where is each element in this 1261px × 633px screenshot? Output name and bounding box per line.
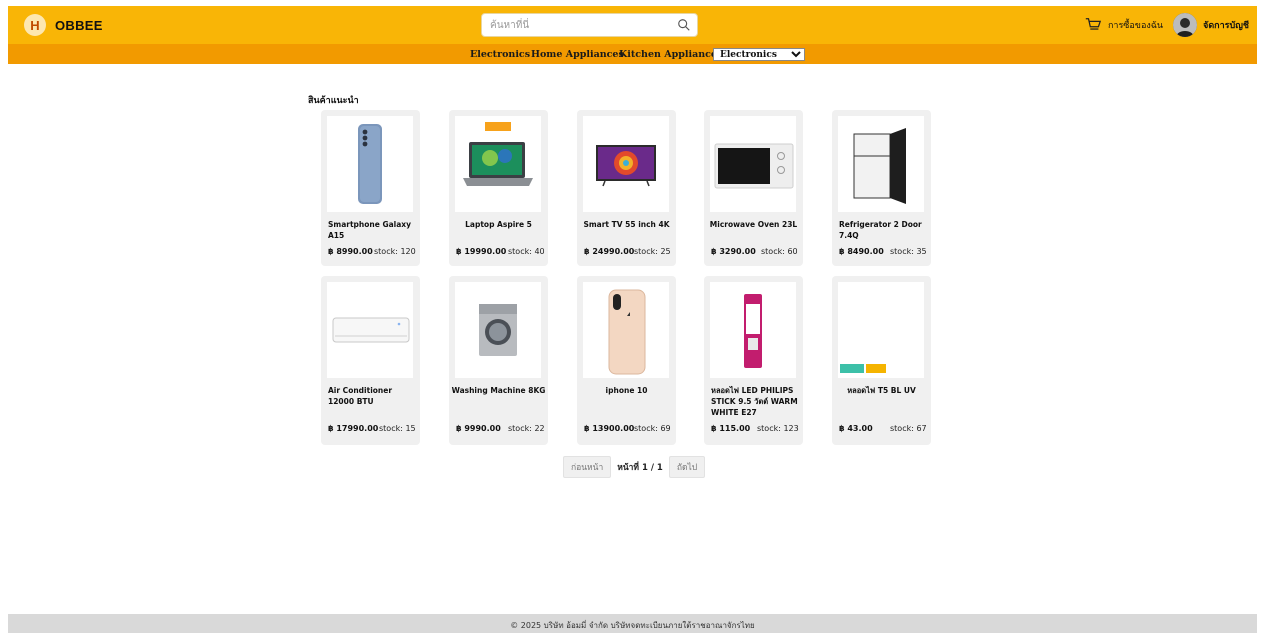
tube-lamp-promo-icon	[840, 364, 886, 373]
washing-machine-icon	[479, 304, 517, 356]
product-name[interactable]: หลอดไฟ LED PHILIPS STICK 9.5 วัตต์ WARM …	[711, 385, 799, 418]
product-name[interactable]: Refrigerator 2 Door 7.4Q	[839, 219, 925, 241]
laptop-icon	[463, 122, 533, 186]
iphone-icon	[608, 289, 646, 375]
product-price: ฿ 19990.00	[456, 247, 507, 256]
cart-icon[interactable]	[1084, 16, 1102, 34]
category-electronics[interactable]: Electronics	[470, 49, 530, 60]
product-price: ฿ 13900.00	[584, 424, 635, 433]
product-stock: stock: 67	[890, 424, 927, 433]
product-image[interactable]	[583, 116, 669, 212]
search-box	[481, 13, 698, 37]
product-name[interactable]: Laptop Aspire 5	[449, 219, 548, 230]
product-card[interactable]: Smart TV 55 inch 4K ฿ 24990.00 stock: 25	[577, 110, 676, 266]
logo-icon[interactable]: H	[24, 14, 46, 36]
product-card[interactable]: Refrigerator 2 Door 7.4Q ฿ 8490.00 stock…	[832, 110, 931, 266]
phone-icon	[358, 124, 382, 204]
product-card[interactable]: หลอดไฟ T5 BL UV ฿ 43.00 stock: 67	[832, 276, 931, 445]
page-indicator: หน้าที่ 1 / 1	[617, 463, 663, 473]
product-image[interactable]	[455, 282, 541, 378]
product-name[interactable]: Smartphone Galaxy A15	[328, 219, 414, 241]
product-price: ฿ 8490.00	[839, 247, 884, 256]
product-card[interactable]: หลอดไฟ LED PHILIPS STICK 9.5 วัตต์ WARM …	[704, 276, 803, 445]
product-stock: stock: 123	[757, 424, 799, 433]
prev-page-button[interactable]: ก่อนหน้า	[563, 456, 612, 478]
product-stock: stock: 15	[379, 424, 416, 433]
product-stock: stock: 25	[634, 247, 671, 256]
air-conditioner-icon	[332, 317, 410, 343]
product-image[interactable]	[838, 282, 924, 378]
tv-icon	[596, 145, 656, 187]
product-price: ฿ 8990.00	[328, 247, 373, 256]
product-image[interactable]	[327, 116, 413, 212]
section-title: สินค้าแนะนำ	[308, 96, 359, 106]
pagination: ก่อนหน้า หน้าที่ 1 / 1 ถัดไป	[563, 456, 706, 478]
microwave-icon	[714, 143, 794, 189]
next-page-button[interactable]: ถัดไป	[668, 456, 706, 478]
product-price: ฿ 115.00	[711, 424, 751, 433]
led-bulb-package-icon	[744, 294, 762, 368]
product-image[interactable]	[583, 282, 669, 378]
product-name[interactable]: Microwave Oven 23L	[704, 219, 803, 230]
category-bar: Electronics Home Appliances Kitchen Appl…	[8, 44, 1257, 64]
product-price: ฿ 43.00	[839, 424, 873, 433]
product-image[interactable]	[327, 282, 413, 378]
search-input[interactable]	[490, 15, 670, 35]
product-image[interactable]	[455, 116, 541, 212]
brand-name[interactable]: OBBEE	[55, 18, 103, 33]
product-stock: stock: 22	[508, 424, 545, 433]
product-stock: stock: 120	[374, 247, 416, 256]
product-card[interactable]: Laptop Aspire 5 ฿ 19990.00 stock: 40	[449, 110, 548, 266]
product-price: ฿ 24990.00	[584, 247, 635, 256]
refrigerator-icon	[853, 128, 906, 204]
header-tools: การซื้อของฉัน จัดการบัญชี	[1084, 6, 1249, 44]
top-header: H OBBEE การซื้อของฉัน จัดการบัญชี	[8, 6, 1257, 44]
product-image[interactable]	[710, 116, 796, 212]
brand[interactable]: H OBBEE	[24, 14, 103, 36]
my-orders-link[interactable]: การซื้อของฉัน	[1108, 18, 1163, 32]
product-name[interactable]: iphone 10	[577, 385, 676, 396]
footer: © 2025 บริษัท อ้อมมี่ จำกัด บริษัทจดทะเบ…	[8, 614, 1257, 633]
product-stock: stock: 35	[890, 247, 927, 256]
product-name[interactable]: Smart TV 55 inch 4K	[577, 219, 676, 230]
product-stock: stock: 60	[761, 247, 798, 256]
product-price: ฿ 3290.00	[711, 247, 756, 256]
product-image[interactable]	[710, 282, 796, 378]
category-select[interactable]: Electronics	[713, 48, 805, 61]
manage-account-link[interactable]: จัดการบัญชี	[1203, 18, 1249, 32]
product-name[interactable]: Washing Machine 8KG	[449, 385, 548, 396]
product-price: ฿ 9990.00	[456, 424, 501, 433]
category-kitchen-appliances[interactable]: Kitchen Appliances	[619, 49, 722, 60]
product-card[interactable]: iphone 10 ฿ 13900.00 stock: 69	[577, 276, 676, 445]
footer-copyright: © 2025 บริษัท อ้อมมี่ จำกัด บริษัทจดทะเบ…	[510, 621, 755, 630]
product-card[interactable]: Air Conditioner 12000 BTU ฿ 17990.00 sto…	[321, 276, 420, 445]
product-stock: stock: 40	[508, 247, 545, 256]
search-icon[interactable]	[677, 18, 691, 32]
category-home-appliances[interactable]: Home Appliances	[531, 49, 624, 60]
product-card[interactable]: Smartphone Galaxy A15 ฿ 8990.00 stock: 1…	[321, 110, 420, 266]
product-image[interactable]	[838, 116, 924, 212]
product-stock: stock: 69	[634, 424, 671, 433]
product-price: ฿ 17990.00	[328, 424, 379, 433]
product-name[interactable]: หลอดไฟ T5 BL UV	[832, 385, 931, 396]
product-card[interactable]: Microwave Oven 23L ฿ 3290.00 stock: 60	[704, 110, 803, 266]
product-card[interactable]: Washing Machine 8KG ฿ 9990.00 stock: 22	[449, 276, 548, 445]
avatar[interactable]	[1173, 13, 1198, 37]
product-name[interactable]: Air Conditioner 12000 BTU	[328, 385, 414, 407]
